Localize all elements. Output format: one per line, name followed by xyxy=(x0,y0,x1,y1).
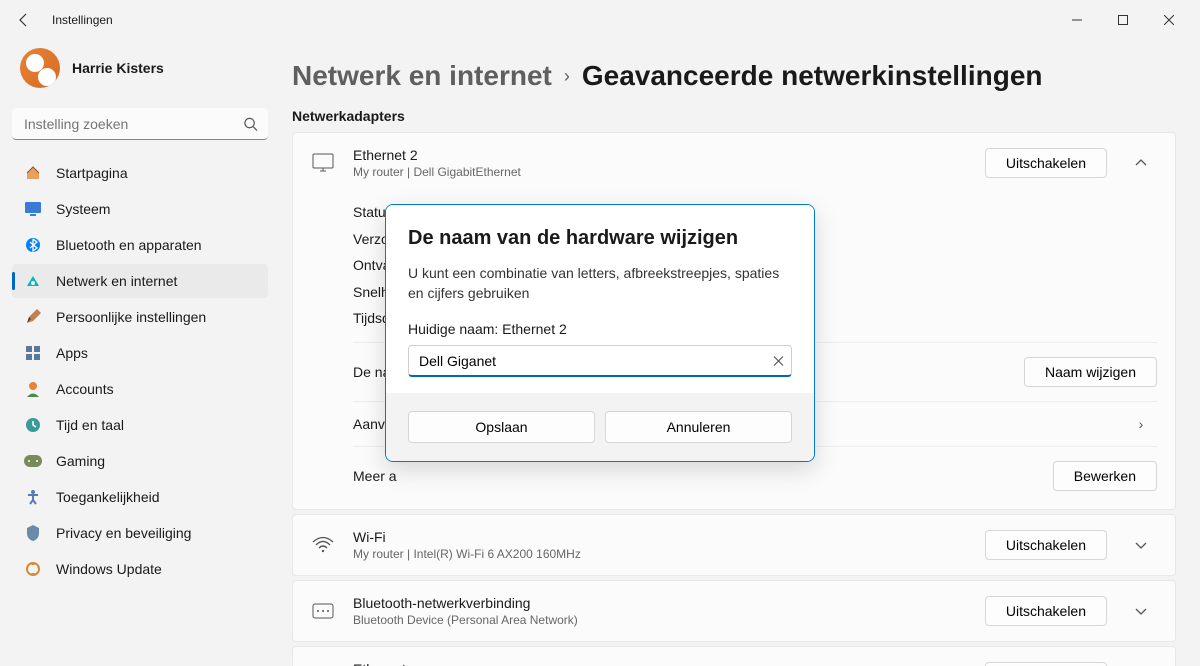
clear-input-button[interactable] xyxy=(773,356,784,367)
dialog-title: De naam van de hardware wijzigen xyxy=(408,227,792,250)
x-icon xyxy=(773,356,784,367)
new-name-input[interactable] xyxy=(408,345,792,377)
rename-dialog: De naam van de hardware wijzigen U kunt … xyxy=(385,204,815,462)
cancel-button[interactable]: Annuleren xyxy=(605,411,792,443)
dialog-description: U kunt een combinatie van letters, afbre… xyxy=(408,264,792,303)
current-name-label: Huidige naam: Ethernet 2 xyxy=(408,321,792,337)
save-button[interactable]: Opslaan xyxy=(408,411,595,443)
modal-backdrop: De naam van de hardware wijzigen U kunt … xyxy=(0,0,1200,666)
